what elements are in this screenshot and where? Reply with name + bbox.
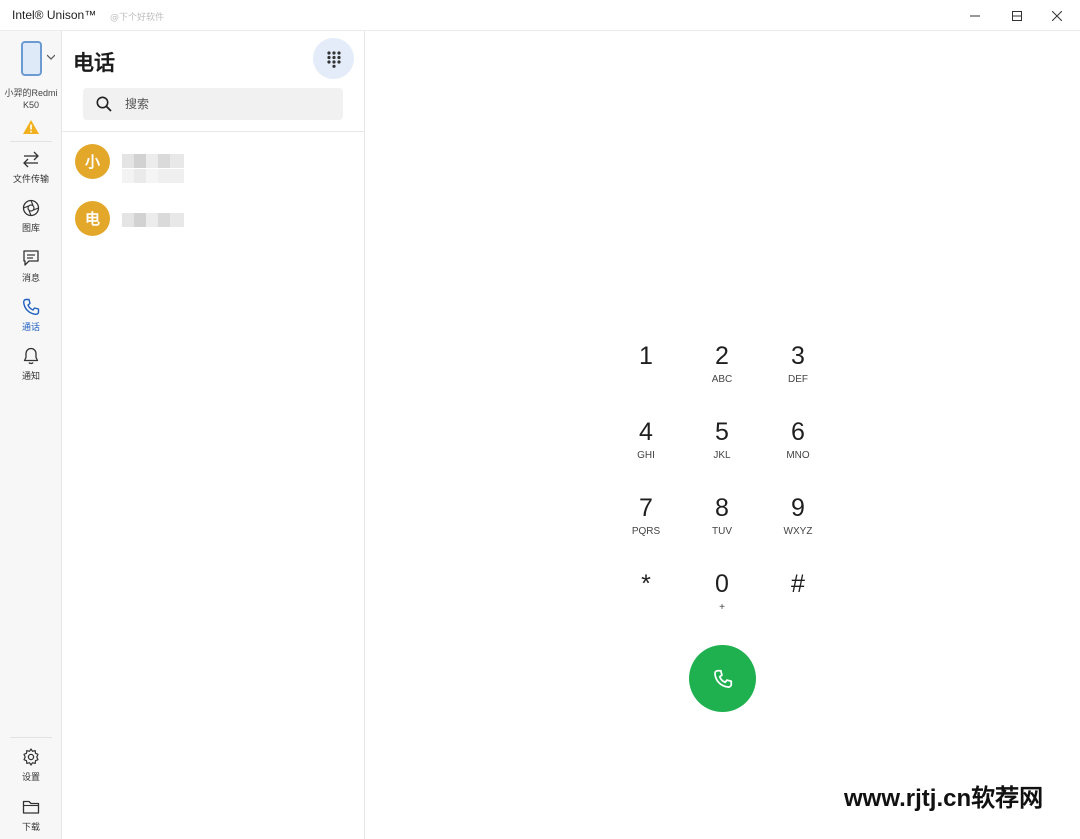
- divider: [10, 737, 52, 738]
- dial-key-1[interactable]: 1: [616, 341, 676, 401]
- dial-key-0[interactable]: 0 +: [692, 569, 752, 629]
- dial-key-7[interactable]: 7 PQRS: [616, 493, 676, 553]
- dial-key-digit: 0: [715, 570, 729, 598]
- dialpad-toggle-button[interactable]: [313, 38, 354, 79]
- dial-key-8[interactable]: 8 TUV: [692, 493, 752, 553]
- rail-item-file-transfer[interactable]: 文件传输: [0, 149, 62, 193]
- bell-icon: [23, 347, 39, 365]
- dial-key-digit: 9: [791, 494, 805, 522]
- dial-key-4[interactable]: 4 GHI: [616, 417, 676, 477]
- rail-label: 图库: [21, 224, 40, 234]
- dial-key-digit: 1: [639, 342, 653, 370]
- top-watermark: @下个好软件: [110, 13, 165, 23]
- rail-item-notifications[interactable]: 通知: [0, 346, 62, 390]
- close-icon: [1052, 10, 1062, 21]
- dial-key-letters: DEF: [788, 374, 808, 385]
- dial-key-digit: 6: [791, 418, 805, 446]
- dial-key-5[interactable]: 5 JKL: [692, 417, 752, 477]
- rail-item-settings[interactable]: 设置: [0, 747, 62, 791]
- rail-item-gallery[interactable]: 图库: [0, 198, 62, 242]
- search-input[interactable]: [125, 94, 325, 114]
- dial-key-letters: JKL: [713, 450, 731, 461]
- dial-key-digit: #: [791, 570, 805, 598]
- phone-icon: [22, 298, 40, 316]
- avatar: 小: [75, 144, 110, 179]
- dial-key-3[interactable]: 3 DEF: [768, 341, 828, 401]
- chevron-down-icon[interactable]: [47, 54, 55, 60]
- phone-panel: 电话 小 电: [62, 31, 365, 839]
- minimize-icon: [970, 15, 980, 16]
- folder-icon: [22, 800, 40, 814]
- search-icon: [96, 96, 112, 112]
- phone-device-icon: [21, 41, 42, 76]
- contact-item[interactable]: 小: [62, 141, 365, 191]
- rail-item-downloads[interactable]: 下载: [0, 797, 62, 839]
- dialpad-icon: [326, 50, 341, 68]
- search-box[interactable]: [83, 88, 343, 120]
- rail-item-calls[interactable]: 通话: [0, 297, 62, 341]
- dial-key-letters: +: [719, 602, 725, 613]
- avatar: 电: [75, 201, 110, 236]
- contact-name-redacted: [122, 213, 184, 227]
- dial-key-digit: 2: [715, 342, 729, 370]
- dial-key-digit: 8: [715, 494, 729, 522]
- contact-name-redacted: [122, 154, 184, 168]
- dial-key-6[interactable]: 6 MNO: [768, 417, 828, 477]
- transfer-icon: [23, 151, 39, 168]
- minimize-button-real[interactable]: [952, 0, 998, 31]
- device-selector[interactable]: 小羿的Redmi K50: [0, 39, 62, 139]
- dial-key-hash[interactable]: #: [768, 569, 828, 629]
- dial-key-9[interactable]: 9 WXYZ: [768, 493, 828, 553]
- rail-label: 设置: [21, 773, 40, 783]
- dial-key-letters: TUV: [712, 526, 732, 537]
- divider: [62, 131, 365, 132]
- call-button[interactable]: [689, 645, 756, 712]
- app-title: Intel® Unison™: [12, 8, 97, 22]
- nav-rail: 小羿的Redmi K50 文件传输 图库 消息 通话 通知 设置 下载: [0, 31, 62, 839]
- dial-key-digit: 5: [715, 418, 729, 446]
- contact-detail-redacted: [122, 169, 184, 183]
- device-name: 小羿的Redmi K50: [0, 87, 62, 111]
- dial-key-letters: PQRS: [631, 526, 661, 537]
- rail-label: 消息: [21, 274, 40, 284]
- title-bar: Intel® Unison™ @下个好软件: [0, 0, 1080, 31]
- rail-item-messages[interactable]: 消息: [0, 248, 62, 292]
- message-icon: [23, 250, 39, 266]
- dial-key-letters: GHI: [637, 450, 655, 461]
- site-watermark: www.rjtj.cn软荐网: [844, 785, 1044, 812]
- dial-key-digit: 4: [639, 418, 653, 446]
- rail-label: 下载: [21, 823, 40, 833]
- gallery-icon: [22, 199, 40, 217]
- contact-item[interactable]: 电: [62, 198, 365, 248]
- dial-key-letters: MNO: [786, 450, 810, 461]
- device-name-line1: 小羿的Redmi: [4, 88, 58, 98]
- dial-key-2[interactable]: 2 ABC: [692, 341, 752, 401]
- dialer-pane: 1 2 ABC 3 DEF 4 GHI 5 JKL 6 MNO 7 PQRS 8…: [366, 31, 1080, 839]
- rail-label: 文件传输: [12, 175, 49, 185]
- warning-icon[interactable]: [22, 119, 40, 135]
- dial-key-digit: *: [641, 570, 651, 598]
- device-name-line2: K50: [22, 100, 39, 110]
- dial-key-digit: 3: [791, 342, 805, 370]
- dial-key-digit: 7: [639, 494, 653, 522]
- phone-call-icon: [713, 669, 732, 688]
- gear-icon: [23, 748, 39, 766]
- dial-key-letters: ABC: [711, 374, 733, 385]
- rail-label: 通话: [21, 323, 40, 333]
- rail-label: 通知: [21, 372, 40, 382]
- close-button[interactable]: [1034, 0, 1080, 31]
- maximize-icon: [1012, 10, 1022, 21]
- divider: [10, 141, 52, 142]
- page-title: 电话: [73, 51, 115, 75]
- dial-key-letters: WXYZ: [783, 526, 813, 537]
- dial-key-star[interactable]: *: [616, 569, 676, 629]
